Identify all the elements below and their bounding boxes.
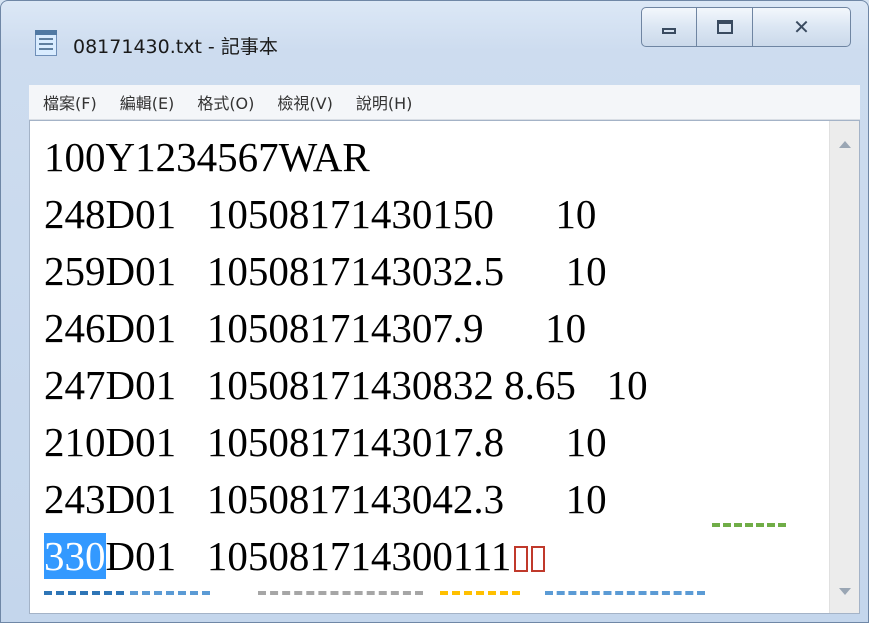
close-icon: ✕ bbox=[793, 15, 810, 39]
annotation-dash-green bbox=[712, 523, 786, 527]
annotation-dash-blue-2 bbox=[545, 591, 705, 595]
menu-file[interactable]: 檔案(F) bbox=[35, 90, 105, 114]
title-bar[interactable]: 08171430.txt - 記事本 ✕ bbox=[1, 1, 868, 85]
text-line: 246D01 105081714307.9 10 bbox=[44, 305, 587, 351]
selected-text: 330 bbox=[44, 533, 106, 579]
text-line: 243D01 1050817143042.3 10 bbox=[44, 476, 607, 522]
menu-format[interactable]: 格式(O) bbox=[189, 90, 262, 114]
minimize-button[interactable] bbox=[641, 7, 697, 47]
text-line: 210D01 1050817143017.8 10 bbox=[44, 419, 607, 465]
annotation-dash-yellow bbox=[440, 591, 520, 595]
scroll-down-icon[interactable] bbox=[839, 588, 851, 595]
notepad-icon bbox=[35, 30, 57, 56]
unknown-char-box bbox=[531, 546, 546, 572]
scroll-up-icon[interactable] bbox=[839, 141, 851, 148]
menu-help[interactable]: 說明(H) bbox=[348, 90, 421, 114]
minimize-icon bbox=[662, 28, 676, 34]
annotation-dash-teal bbox=[130, 591, 210, 595]
text-line: 259D01 1050817143032.5 10 bbox=[44, 248, 607, 294]
vertical-scrollbar[interactable] bbox=[829, 121, 859, 613]
text-line: 100Y1234567WAR bbox=[44, 134, 370, 180]
text-line-last: 330D01 1050817143001​11 bbox=[44, 533, 546, 579]
close-button[interactable]: ✕ bbox=[753, 7, 851, 47]
window-title: 08171430.txt - 記事本 bbox=[73, 36, 278, 58]
unknown-char-box bbox=[514, 546, 529, 572]
annotation-dash-gray bbox=[258, 591, 423, 595]
notepad-window: 08171430.txt - 記事本 ✕ 檔案(F) 編輯(E) 格式(O) 檢… bbox=[0, 0, 869, 623]
text-line: 247D01 10508171430832 8.65 10 bbox=[44, 362, 648, 408]
menu-bar: 檔案(F) 編輯(E) 格式(O) 檢視(V) 說明(H) bbox=[29, 85, 860, 120]
text-content[interactable]: 100Y1234567WAR 248D01 10508171430150 10 … bbox=[30, 121, 830, 613]
menu-edit[interactable]: 編輯(E) bbox=[112, 90, 183, 114]
text-line: 248D01 10508171430150 10 bbox=[44, 191, 597, 237]
text-line-rest: D01 1050817143001​11 bbox=[105, 533, 512, 579]
text-editor[interactable]: 100Y1234567WAR 248D01 10508171430150 10 … bbox=[29, 120, 860, 614]
maximize-button[interactable] bbox=[697, 7, 753, 47]
menu-view[interactable]: 檢視(V) bbox=[269, 90, 340, 114]
annotation-dash-blue bbox=[44, 591, 124, 595]
caption-buttons: ✕ bbox=[641, 7, 851, 47]
maximize-icon bbox=[716, 20, 733, 34]
